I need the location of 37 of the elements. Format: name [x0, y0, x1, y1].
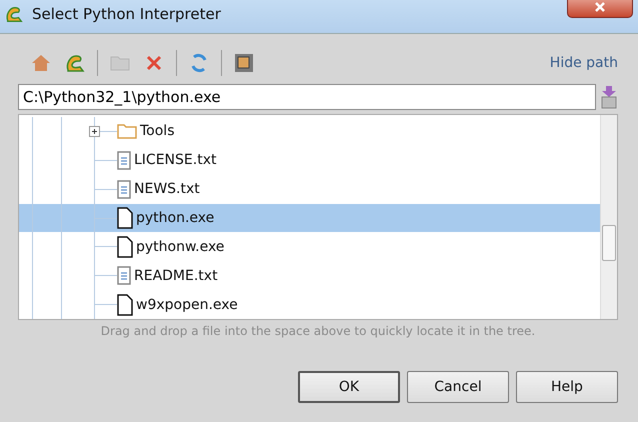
window-title: Select Python Interpreter: [32, 4, 221, 22]
tree-row[interactable]: Tools: [19, 117, 600, 146]
text-file-icon: [117, 266, 131, 286]
tree-row[interactable]: w9xpopen.exe: [19, 290, 600, 319]
folder-icon: [117, 123, 137, 140]
folder-icon: [110, 54, 130, 72]
text-file-icon: [117, 180, 131, 199]
close-icon: [594, 1, 606, 13]
tree-row[interactable]: README.txt: [19, 261, 600, 290]
tree-row[interactable]: pythonw.exe: [19, 232, 600, 262]
text-file-icon: [117, 150, 131, 170]
dialog-button[interactable]: OK: [298, 371, 400, 403]
home-icon: [31, 53, 51, 73]
download-icon: [600, 85, 618, 109]
hint-text: Drag and drop a file into the space above to quickly locate it in the tree.: [100, 324, 536, 338]
dialog-button[interactable]: Help: [516, 371, 618, 403]
file-name: python.exe: [136, 210, 214, 226]
expand-icon[interactable]: [89, 126, 100, 137]
file-name: Tools: [140, 123, 174, 140]
tree-row[interactable]: python.exe: [19, 204, 600, 232]
hide-path-link[interactable]: Hide path: [550, 55, 618, 71]
file-name: README.txt: [134, 268, 218, 284]
file-name: pythonw.exe: [136, 238, 224, 255]
delete-icon: [145, 54, 163, 72]
path-field[interactable]: C:\Python32_1\python.exe: [18, 84, 596, 110]
file-icon: [117, 236, 133, 258]
file-name: NEWS.txt: [134, 181, 200, 198]
close-button[interactable]: [567, 0, 633, 18]
file-icon: [117, 207, 133, 229]
file-name: LICENSE.txt: [134, 152, 216, 168]
dialog-button[interactable]: Cancel: [407, 371, 509, 403]
scrollbar[interactable]: [600, 115, 617, 319]
file-name: w9xpopen.exe: [136, 296, 238, 313]
tree-row[interactable]: LICENSE.txt: [19, 146, 600, 175]
file-icon: [117, 294, 133, 316]
scroll-thumb[interactable]: [602, 225, 616, 261]
checkered-square-icon: [234, 53, 254, 73]
